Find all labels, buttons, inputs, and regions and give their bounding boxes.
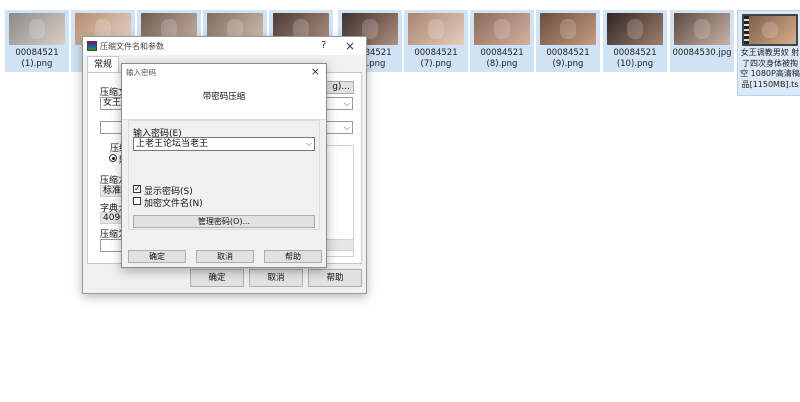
- dialog-heading: 带密码压缩: [202, 92, 246, 102]
- cancel-button[interactable]: 取消: [249, 269, 303, 287]
- enter-password-dialog: 输入密码 × 带密码压缩 输入密码(E) 上老王论坛当老王 ⌵ ✓ 显示密码(S)…: [121, 63, 327, 268]
- file-thumbnail: [9, 13, 65, 45]
- file-name: 00084521 (7).png: [414, 48, 458, 69]
- encrypt-filenames-label: 加密文件名(N): [144, 199, 203, 209]
- file-item[interactable]: 00084521 (1).png: [5, 10, 69, 72]
- close-icon[interactable]: ×: [311, 65, 320, 78]
- chevron-down-icon: ⌵: [343, 99, 350, 108]
- tab-general[interactable]: 常规: [87, 56, 119, 73]
- file-thumbnail: [540, 13, 596, 45]
- manage-passwords-button[interactable]: 管理密码(O)...: [133, 215, 315, 228]
- dialog-title-bar[interactable]: 压缩文件名和参数 ? ×: [83, 37, 366, 55]
- help-icon[interactable]: ?: [321, 40, 326, 51]
- cancel-button[interactable]: 取消: [196, 250, 254, 263]
- chevron-down-icon: ⌵: [305, 139, 312, 148]
- password-value: 上老王论坛当老王: [136, 139, 209, 149]
- show-password-checkbox[interactable]: ✓: [133, 185, 141, 193]
- ok-button[interactable]: 确定: [128, 250, 186, 263]
- file-item[interactable]: 00084521 (10).png: [603, 10, 667, 72]
- video-thumbnail: [742, 14, 798, 46]
- file-item[interactable]: 00084521 (9).png: [536, 10, 600, 72]
- file-name: 女王调教男奴 射 了四次身体被掏 空 1080P高清稿 品[1150MB].ts: [740, 48, 800, 89]
- dialog-header: 带密码压缩: [122, 80, 326, 120]
- file-name: 00084530.jpg: [672, 48, 732, 58]
- close-icon[interactable]: ×: [345, 39, 355, 53]
- file-item[interactable]: 00084521 (7).png: [404, 10, 468, 72]
- file-item[interactable]: 00084530.jpg: [670, 10, 734, 72]
- file-thumbnail: [674, 13, 730, 45]
- format-radio-button[interactable]: [109, 154, 117, 162]
- help-button[interactable]: 帮助: [264, 250, 322, 263]
- help-button[interactable]: 帮助: [308, 269, 362, 287]
- file-name: 00084521 (9).png: [546, 48, 590, 69]
- file-item-video[interactable]: 女王调教男奴 射 了四次身体被掏 空 1080P高清稿 品[1150MB].ts: [737, 10, 800, 96]
- ok-button[interactable]: 确定: [190, 269, 244, 287]
- file-name: 00084521 (8).png: [480, 48, 524, 69]
- dialog-title-bar[interactable]: 输入密码 ×: [122, 64, 326, 80]
- encrypt-filenames-checkbox[interactable]: [133, 197, 141, 205]
- file-thumbnail: [607, 13, 663, 45]
- dialog-title: 压缩文件名和参数: [100, 42, 164, 51]
- filmstrip-icon: [744, 16, 749, 44]
- file-name: 00084521 (10).png: [613, 48, 657, 69]
- password-input[interactable]: 上老王论坛当老王 ⌵: [133, 137, 315, 151]
- chevron-down-icon: ⌵: [343, 123, 350, 132]
- winrar-icon: [87, 41, 97, 51]
- dialog-title: 输入密码: [126, 68, 156, 77]
- file-name: 00084521 (1).png: [15, 48, 59, 69]
- password-group: 输入密码(E) 上老王论坛当老王 ⌵ ✓ 显示密码(S) 加密文件名(N) 管理密…: [128, 120, 320, 230]
- file-thumbnail: [474, 13, 530, 45]
- file-item[interactable]: 00084521 (8).png: [470, 10, 534, 72]
- file-thumbnail: [408, 13, 464, 45]
